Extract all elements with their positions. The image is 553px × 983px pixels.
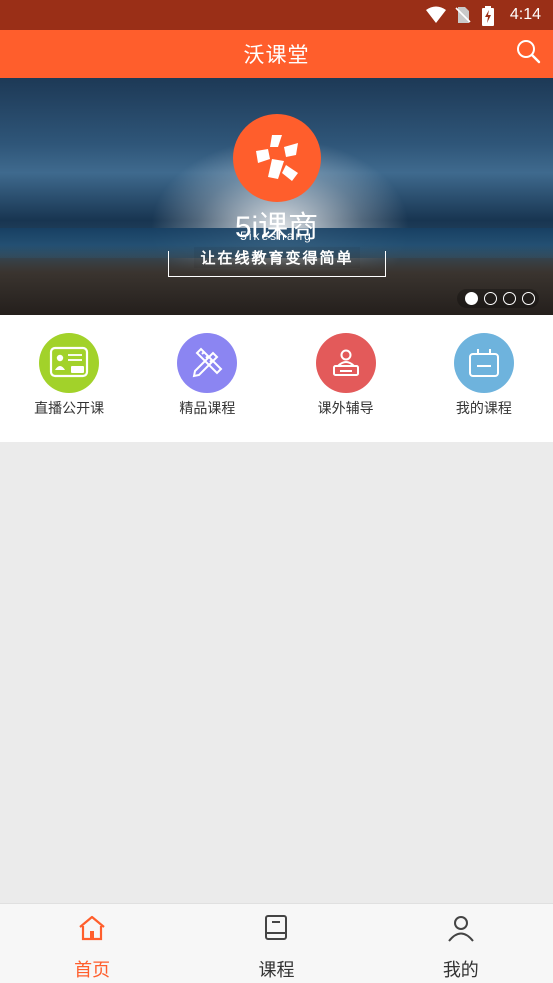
slogan-frame: 让在线教育变得简单 <box>168 247 386 277</box>
nav-mine[interactable]: 我的 <box>369 904 553 983</box>
live-video-icon <box>39 333 100 393</box>
brand-logo <box>233 114 321 202</box>
category-tutoring[interactable]: 课外辅导 <box>277 315 415 442</box>
carousel-dot-4[interactable] <box>522 292 535 305</box>
tv-icon <box>453 333 514 393</box>
nav-label: 课程 <box>258 960 295 981</box>
battery-charging-icon <box>481 6 502 26</box>
user-icon <box>445 912 477 944</box>
bottom-nav: 首页 课程 我的 <box>0 903 553 983</box>
category-label: 课外辅导 <box>317 401 374 417</box>
nav-course[interactable]: 课程 <box>184 904 368 983</box>
page-title: 沃课堂 <box>243 43 310 67</box>
category-live-course[interactable]: 直播公开课 <box>0 315 138 442</box>
nav-label: 我的 <box>442 960 479 981</box>
carousel-dot-3[interactable] <box>503 292 516 305</box>
brand-subtitle: 5ikeshang <box>240 229 313 243</box>
category-my-course[interactable]: 我的课程 <box>415 315 553 442</box>
carousel-dot-1[interactable] <box>465 292 478 305</box>
book-icon <box>260 912 292 944</box>
banner-slogan: 让在线教育变得简单 <box>194 247 360 268</box>
banner-carousel[interactable]: 5i课商 5ikeshang 让在线教育变得简单 <box>0 78 553 315</box>
carousel-dot-2[interactable] <box>484 292 497 305</box>
status-bar: 4:14 <box>0 0 553 30</box>
app-header: 沃课堂 <box>0 30 553 78</box>
no-sim-icon <box>454 6 474 24</box>
search-icon <box>515 38 541 68</box>
category-label: 精品课程 <box>179 401 236 417</box>
category-menu: 直播公开课 精品课程 课外辅导 我的课程 <box>0 315 553 442</box>
category-label: 我的课程 <box>455 401 512 417</box>
status-time: 4:14 <box>509 6 541 23</box>
wifi-icon <box>425 6 446 24</box>
tutor-icon <box>315 333 376 393</box>
pencil-ruler-icon <box>177 333 238 393</box>
home-icon <box>76 912 108 944</box>
carousel-indicator <box>457 289 539 308</box>
search-button[interactable] <box>513 38 543 68</box>
nav-label: 首页 <box>74 960 111 981</box>
category-label: 直播公开课 <box>34 401 105 417</box>
nav-home[interactable]: 首页 <box>0 904 184 983</box>
category-premium-course[interactable]: 精品课程 <box>138 315 276 442</box>
